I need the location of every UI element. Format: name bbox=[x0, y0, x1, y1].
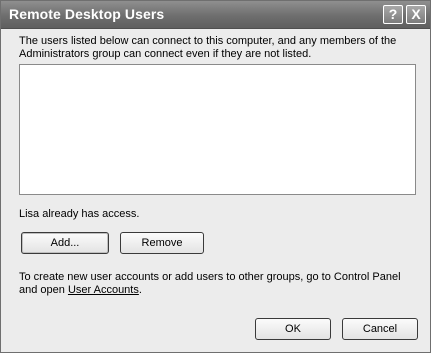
user-accounts-link[interactable]: User Accounts bbox=[68, 284, 139, 296]
footer-text: To create new user accounts or add users… bbox=[19, 271, 419, 297]
dialog-title: Remote Desktop Users bbox=[9, 6, 165, 22]
cancel-button[interactable]: Cancel bbox=[342, 318, 418, 340]
footer-text-after: . bbox=[138, 284, 142, 296]
title-bar: Remote Desktop Users ? X bbox=[1, 1, 430, 29]
add-button[interactable]: Add... bbox=[21, 232, 109, 254]
remote-desktop-users-dialog: Remote Desktop Users ? X The users liste… bbox=[0, 0, 431, 353]
description-text: The users listed below can connect to th… bbox=[19, 35, 397, 60]
close-icon: X bbox=[411, 6, 421, 22]
users-listbox[interactable] bbox=[19, 64, 416, 195]
ok-button[interactable]: OK bbox=[255, 318, 331, 340]
help-icon: ? bbox=[388, 6, 398, 22]
help-button[interactable]: ? bbox=[383, 5, 403, 24]
access-status-text: Lisa already has access. bbox=[19, 208, 140, 220]
remove-button[interactable]: Remove bbox=[120, 232, 204, 254]
close-button[interactable]: X bbox=[406, 5, 426, 24]
